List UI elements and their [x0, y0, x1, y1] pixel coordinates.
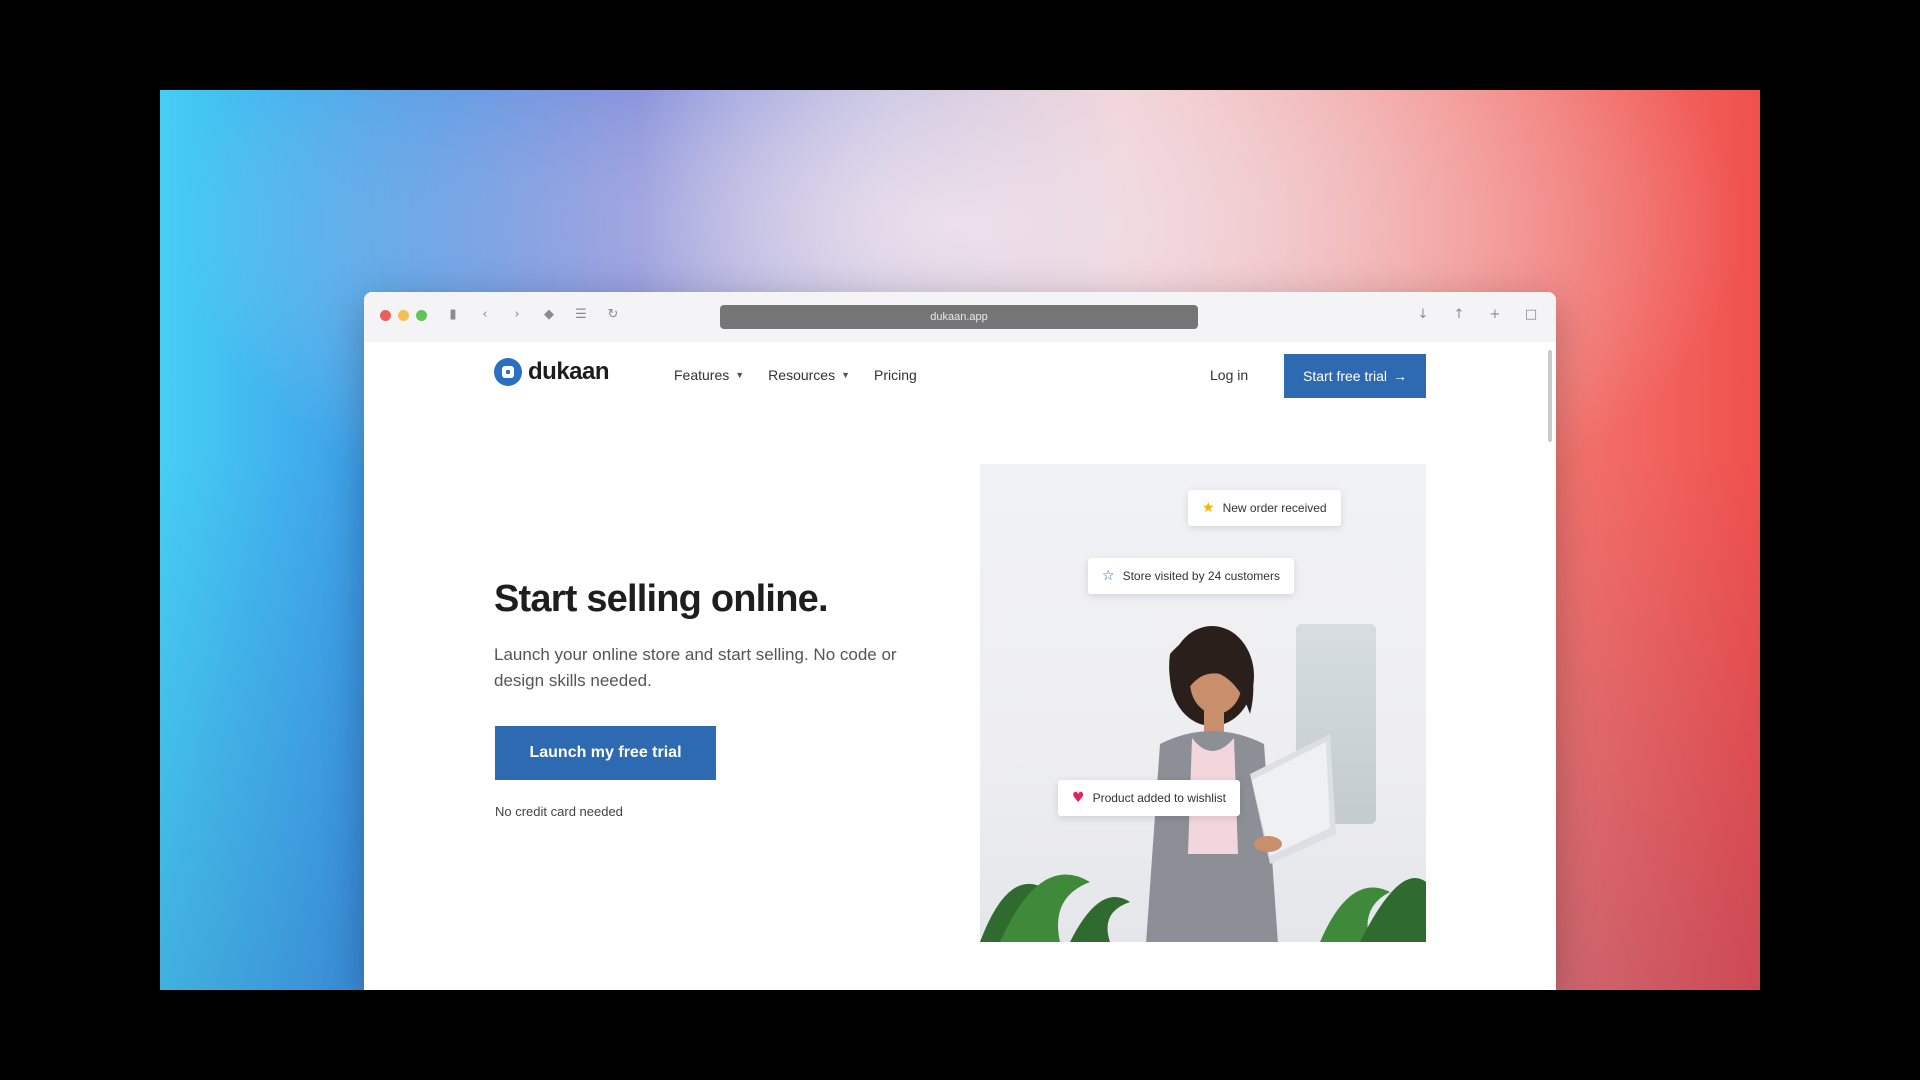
zoom-window-button[interactable] — [416, 310, 427, 321]
heart-icon: ♥ — [1072, 790, 1085, 806]
share-icon[interactable]: ↑ — [1450, 306, 1468, 324]
logo-icon — [494, 358, 522, 386]
address-bar[interactable]: dukaan.app — [720, 305, 1198, 329]
nav-links: Features ▼ Resources ▼ Pricing — [674, 367, 917, 383]
close-window-button[interactable] — [380, 310, 391, 321]
nav-link-resources[interactable]: Resources ▼ — [768, 367, 850, 383]
nav-link-label: Features — [674, 367, 730, 383]
download-icon[interactable]: ↓ — [1414, 306, 1432, 324]
forward-icon[interactable]: › — [508, 306, 526, 324]
window-controls — [380, 310, 427, 321]
hero-subtitle: Launch your online store and start selli… — [494, 645, 897, 690]
notification-text: Store visited by 24 customers — [1122, 569, 1280, 583]
toolbar-left-icons: ▮ ‹ › ◆ ☰ ↻ — [444, 306, 622, 324]
shield-icon[interactable]: ◆ — [540, 306, 558, 324]
browser-window: ▮ ‹ › ◆ ☰ ↻ dukaan.app ↓ ↑ + □ dukaan Fe… — [364, 292, 1556, 990]
reader-icon[interactable]: ☰ — [572, 306, 590, 324]
notification-chip: ☆ Store visited by 24 customers — [1088, 558, 1294, 594]
star-icon: ★ — [1202, 500, 1215, 516]
notification-chip: ★ New order received — [1188, 490, 1341, 526]
browser-toolbar: ▮ ‹ › ◆ ☰ ↻ dukaan.app ↓ ↑ + □ — [364, 292, 1556, 343]
nav-link-pricing[interactable]: Pricing — [874, 367, 917, 383]
minimize-window-button[interactable] — [398, 310, 409, 321]
back-icon[interactable]: ‹ — [476, 306, 494, 324]
nav-link-label: Resources — [768, 367, 836, 383]
notification-text: New order received — [1222, 501, 1327, 515]
hero-illustration: ★ New order received ☆ Store visited by … — [980, 464, 1426, 942]
chevron-down-icon: ▼ — [841, 370, 851, 380]
nav-link-label: Pricing — [874, 367, 917, 383]
page-scrollbar[interactable] — [1548, 350, 1552, 442]
hero-title: Start selling online. — [494, 578, 829, 620]
brand-logo[interactable]: dukaan — [494, 358, 610, 386]
notification-text: Product added to wishlist — [1092, 791, 1226, 805]
sidebar-icon[interactable]: ▮ — [444, 306, 462, 324]
plants-illustration — [980, 874, 1426, 942]
nav-link-features[interactable]: Features ▼ — [674, 367, 744, 383]
logo-text: dukaan — [528, 358, 610, 385]
refresh-icon[interactable]: ↻ — [604, 306, 622, 324]
login-link[interactable]: Log in — [1210, 367, 1248, 383]
start-trial-label: Start free trial — [1302, 368, 1388, 384]
start-trial-button[interactable]: Start free trial → — [1284, 354, 1426, 398]
hero-note: No credit card needed — [495, 804, 623, 819]
web-page: dukaan Features ▼ Resources ▼ Pricing Lo… — [364, 342, 1556, 990]
chevron-down-icon: ▼ — [735, 370, 745, 380]
tabs-icon[interactable]: □ — [1522, 306, 1540, 324]
visitor-icon: ☆ — [1102, 568, 1115, 584]
notification-chip: ♥ Product added to wishlist — [1058, 780, 1240, 816]
site-header: dukaan Features ▼ Resources ▼ Pricing Lo… — [494, 354, 1426, 398]
new-tab-icon[interactable]: + — [1486, 306, 1504, 324]
launch-trial-button[interactable]: Launch my free trial — [495, 726, 716, 780]
toolbar-right-icons: ↓ ↑ + □ — [1414, 306, 1540, 324]
arrow-right-icon: → — [1393, 368, 1408, 384]
